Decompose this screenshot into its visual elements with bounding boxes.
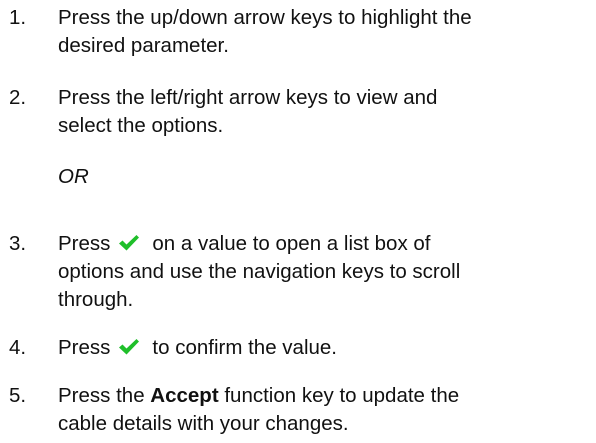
step-text: Press the left/right arrow keys to view … <box>58 84 594 140</box>
step-suffix: on a value to open a list box of <box>152 232 431 255</box>
step-number: 1. <box>9 6 27 29</box>
instruction-list: 1. Press the up/down arrow keys to highl… <box>0 0 596 443</box>
step-prefix: Press <box>58 336 111 359</box>
step-suffix: to confirm the value. <box>152 336 337 359</box>
step-number: 5. <box>9 384 27 407</box>
step-line: desired parameter. <box>58 34 229 57</box>
checkmark-icon <box>118 338 140 356</box>
step-line: Press the up/down arrow keys to highligh… <box>58 6 472 29</box>
or-label: OR <box>58 165 89 188</box>
step-number: 3. <box>9 232 27 255</box>
step-suffix: function key to update the <box>218 384 460 407</box>
step-text: Press the Accept function key to update … <box>58 382 594 438</box>
step-prefix: Press <box>58 232 111 255</box>
step-line: options and use the navigation keys to s… <box>58 260 461 283</box>
step-line-with-icon: Press to confirm the value. <box>58 334 594 362</box>
step-line: select the options. <box>58 114 224 137</box>
accept-key-label: Accept <box>150 384 219 407</box>
step-text: Press on a value to open a list box of op… <box>58 230 594 314</box>
step-number: 4. <box>9 336 27 359</box>
checkmark-icon <box>118 234 140 252</box>
step-line-with-bold: Press the Accept function key to update … <box>58 382 594 410</box>
step-text: Press to confirm the value. <box>58 334 594 362</box>
step-line: Press the left/right arrow keys to view … <box>58 86 438 109</box>
step-prefix: Press the <box>58 384 151 407</box>
step-text: Press the up/down arrow keys to highligh… <box>58 4 594 60</box>
step-line: through. <box>58 288 134 311</box>
step-line-with-icon: Press on a value to open a list box of <box>58 230 594 258</box>
step-line: cable details with your changes. <box>58 412 349 435</box>
step-number: 2. <box>9 86 27 109</box>
